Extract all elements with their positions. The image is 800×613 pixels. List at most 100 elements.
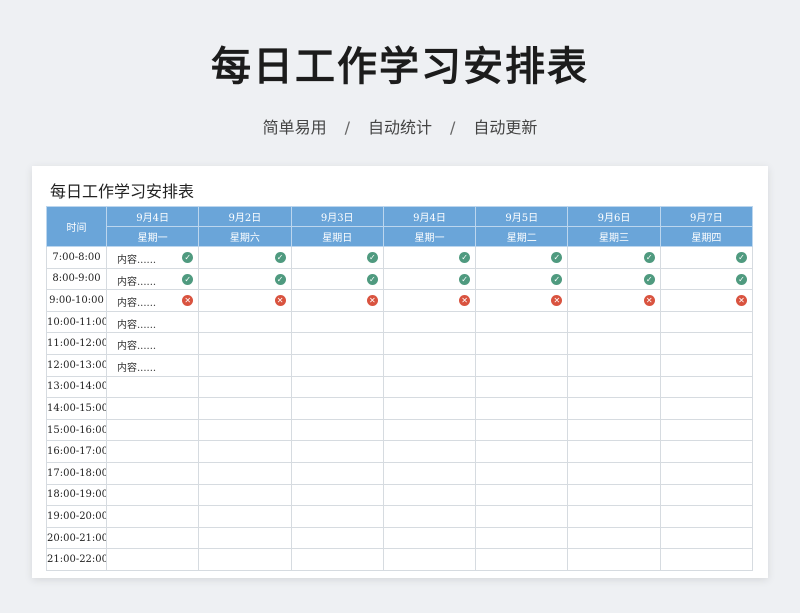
schedule-cell[interactable]: [290, 418, 384, 442]
schedule-cell[interactable]: [567, 548, 661, 571]
schedule-cell[interactable]: [290, 310, 384, 334]
schedule-cell[interactable]: ✕: [382, 289, 477, 312]
schedule-cell[interactable]: [105, 397, 200, 420]
schedule-cell[interactable]: [382, 332, 477, 355]
schedule-cell[interactable]: ✓: [198, 246, 292, 269]
schedule-cell[interactable]: ✕: [290, 289, 384, 312]
schedule-cell[interactable]: [105, 505, 200, 528]
schedule-cell[interactable]: [198, 310, 292, 334]
schedule-cell[interactable]: [475, 375, 569, 399]
schedule-cell[interactable]: [382, 375, 477, 399]
schedule-cell[interactable]: ✕: [475, 289, 569, 312]
schedule-cell[interactable]: [475, 461, 569, 485]
schedule-cell[interactable]: [567, 440, 661, 463]
schedule-cell[interactable]: [567, 353, 661, 377]
schedule-cell[interactable]: [659, 440, 754, 463]
schedule-cell[interactable]: [475, 332, 569, 355]
schedule-cell[interactable]: [567, 310, 661, 334]
schedule-cell[interactable]: [105, 440, 200, 463]
schedule-cell[interactable]: [290, 505, 384, 528]
schedule-cell[interactable]: [567, 483, 661, 507]
schedule-cell[interactable]: [198, 418, 292, 442]
schedule-cell[interactable]: [290, 526, 384, 550]
schedule-cell[interactable]: [105, 375, 200, 399]
schedule-cell[interactable]: ✓: [382, 246, 477, 269]
schedule-cell[interactable]: [475, 353, 569, 377]
schedule-cell[interactable]: [382, 461, 477, 485]
schedule-cell[interactable]: [382, 418, 477, 442]
schedule-cell[interactable]: ✓: [290, 267, 384, 291]
schedule-cell[interactable]: 内容...... ✓: [105, 246, 200, 269]
schedule-cell[interactable]: [475, 526, 569, 550]
schedule-cell[interactable]: [659, 375, 754, 399]
schedule-cell[interactable]: [567, 461, 661, 485]
schedule-cell[interactable]: 内容...... ✕: [105, 289, 200, 312]
schedule-cell[interactable]: ✓: [659, 267, 754, 291]
schedule-cell[interactable]: [290, 483, 384, 507]
schedule-cell[interactable]: [105, 483, 200, 507]
schedule-cell[interactable]: [290, 440, 384, 463]
schedule-cell[interactable]: [198, 505, 292, 528]
schedule-cell[interactable]: ✓: [475, 246, 569, 269]
schedule-cell[interactable]: [198, 440, 292, 463]
schedule-cell[interactable]: [659, 310, 754, 334]
schedule-cell[interactable]: 内容......: [105, 332, 200, 355]
schedule-cell[interactable]: [567, 397, 661, 420]
schedule-cell[interactable]: [105, 526, 200, 550]
schedule-cell[interactable]: [659, 526, 754, 550]
schedule-cell[interactable]: [475, 310, 569, 334]
schedule-cell[interactable]: [290, 353, 384, 377]
schedule-cell[interactable]: [475, 397, 569, 420]
schedule-cell[interactable]: 内容......: [105, 353, 200, 377]
schedule-cell[interactable]: [475, 418, 569, 442]
schedule-cell[interactable]: [659, 461, 754, 485]
schedule-cell[interactable]: [198, 548, 292, 571]
schedule-cell[interactable]: [105, 548, 200, 571]
schedule-cell[interactable]: ✓: [567, 246, 661, 269]
schedule-cell[interactable]: [475, 548, 569, 571]
schedule-cell[interactable]: [567, 332, 661, 355]
schedule-cell[interactable]: [475, 440, 569, 463]
schedule-cell[interactable]: [382, 548, 477, 571]
schedule-cell[interactable]: [198, 483, 292, 507]
schedule-cell[interactable]: [198, 397, 292, 420]
schedule-cell[interactable]: ✕: [659, 289, 754, 312]
schedule-cell[interactable]: [567, 526, 661, 550]
schedule-cell[interactable]: [382, 397, 477, 420]
schedule-cell[interactable]: [567, 375, 661, 399]
schedule-cell[interactable]: [198, 332, 292, 355]
schedule-cell[interactable]: [659, 505, 754, 528]
schedule-cell[interactable]: [659, 548, 754, 571]
schedule-cell[interactable]: [659, 397, 754, 420]
schedule-cell[interactable]: [659, 353, 754, 377]
schedule-cell[interactable]: [198, 375, 292, 399]
schedule-cell[interactable]: [382, 353, 477, 377]
schedule-cell[interactable]: ✕: [567, 289, 661, 312]
schedule-cell[interactable]: [382, 526, 477, 550]
schedule-cell[interactable]: 内容......: [105, 310, 200, 334]
schedule-cell[interactable]: [659, 483, 754, 507]
schedule-cell[interactable]: [567, 418, 661, 442]
schedule-cell[interactable]: [290, 375, 384, 399]
schedule-cell[interactable]: ✓: [382, 267, 477, 291]
schedule-cell[interactable]: [475, 505, 569, 528]
schedule-cell[interactable]: ✓: [567, 267, 661, 291]
schedule-cell[interactable]: [382, 505, 477, 528]
schedule-cell[interactable]: [659, 332, 754, 355]
schedule-cell[interactable]: [659, 418, 754, 442]
schedule-cell[interactable]: ✓: [290, 246, 384, 269]
schedule-cell[interactable]: ✓: [475, 267, 569, 291]
schedule-cell[interactable]: [382, 483, 477, 507]
schedule-cell[interactable]: [475, 483, 569, 507]
schedule-cell[interactable]: [105, 418, 200, 442]
schedule-cell[interactable]: 内容...... ✓: [105, 267, 200, 291]
schedule-cell[interactable]: [290, 397, 384, 420]
schedule-cell[interactable]: [290, 548, 384, 571]
schedule-cell[interactable]: [198, 353, 292, 377]
schedule-cell[interactable]: [290, 332, 384, 355]
schedule-cell[interactable]: [105, 461, 200, 485]
schedule-cell[interactable]: [198, 526, 292, 550]
schedule-cell[interactable]: [567, 505, 661, 528]
schedule-cell[interactable]: ✓: [659, 246, 754, 269]
schedule-cell[interactable]: ✓: [198, 267, 292, 291]
